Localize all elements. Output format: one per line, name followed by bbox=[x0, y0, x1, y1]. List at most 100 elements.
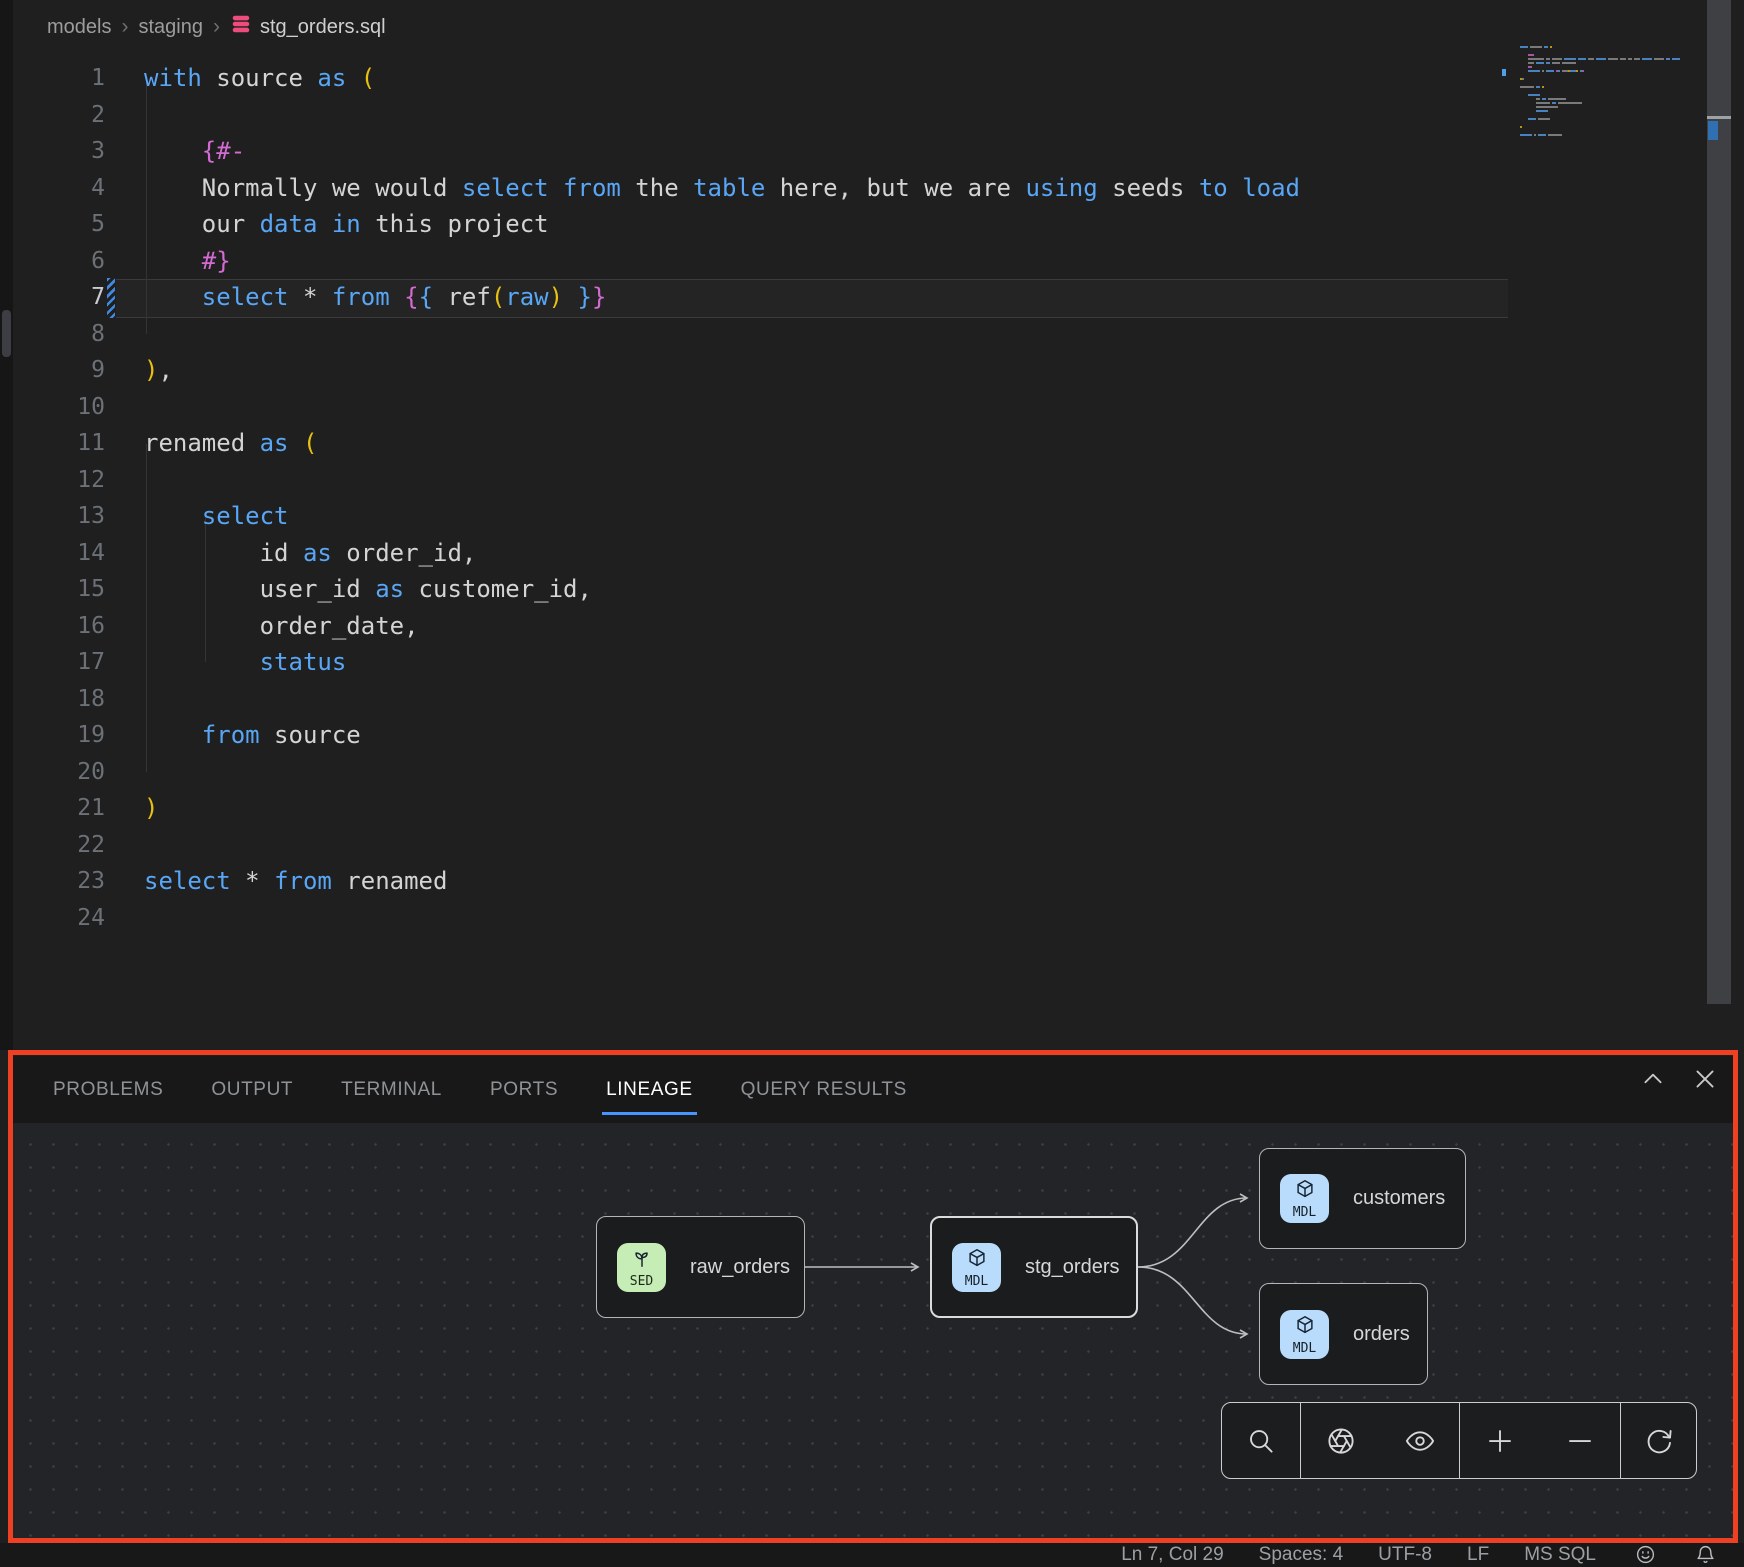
lineage-node-orders[interactable]: MDL orders bbox=[1259, 1283, 1428, 1385]
status-item-ln-7-col-29[interactable]: Ln 7, Col 29 bbox=[1121, 1544, 1223, 1566]
panel-tab-ports[interactable]: PORTS bbox=[490, 1056, 558, 1123]
panel-tab-lineage[interactable]: LINEAGE bbox=[606, 1056, 693, 1123]
minimap-line bbox=[1534, 134, 1536, 136]
code-line[interactable]: 11 renamed as ( bbox=[13, 425, 1744, 462]
minimap-line bbox=[1588, 58, 1594, 60]
code-line[interactable]: 9), bbox=[13, 352, 1744, 389]
seed-badge: SED bbox=[617, 1243, 666, 1292]
code-line[interactable]: 24 bbox=[13, 900, 1744, 937]
code-line[interactable]: 16 order_date, bbox=[13, 608, 1744, 645]
status-item-spaces-4[interactable]: Spaces: 4 bbox=[1259, 1544, 1344, 1566]
minimap-line bbox=[1576, 70, 1578, 72]
code-line-text: renamed as ( bbox=[144, 425, 317, 462]
minimap-line bbox=[1544, 46, 1548, 48]
code-line[interactable]: 8 bbox=[13, 316, 1744, 353]
refresh-button[interactable] bbox=[1621, 1403, 1696, 1478]
chevron-up-icon[interactable] bbox=[1640, 1066, 1666, 1092]
line-number: 20 bbox=[40, 754, 105, 791]
minimap[interactable] bbox=[1507, 0, 1707, 130]
minimap-line bbox=[1634, 58, 1640, 60]
status-item-lf[interactable]: LF bbox=[1467, 1544, 1489, 1566]
code-line[interactable]: 1with source as ( bbox=[13, 60, 1744, 97]
breadcrumb-item[interactable]: staging bbox=[138, 16, 203, 39]
code-line-text: {#- bbox=[144, 133, 245, 170]
line-number: 22 bbox=[40, 827, 105, 864]
panel-tab-problems[interactable]: PROBLEMS bbox=[53, 1056, 163, 1123]
lineage-node-customers[interactable]: MDLcustomers bbox=[1259, 1148, 1466, 1249]
notifications-bell-icon[interactable] bbox=[1695, 1544, 1716, 1567]
database-icon bbox=[230, 13, 252, 41]
eye-button[interactable] bbox=[1380, 1403, 1459, 1478]
line-number: 9 bbox=[40, 352, 105, 389]
close-icon[interactable] bbox=[1692, 1066, 1718, 1092]
code-line[interactable]: 6 #} bbox=[13, 243, 1744, 280]
left-rail-scrollbar[interactable] bbox=[2, 310, 11, 357]
minimap-line bbox=[1546, 70, 1554, 72]
panel-tab-query-results[interactable]: QUERY RESULTS bbox=[741, 1056, 907, 1123]
line-number: 15 bbox=[40, 571, 105, 608]
minimap-line bbox=[1536, 102, 1550, 104]
feedback-smiley-icon[interactable] bbox=[1635, 1544, 1656, 1567]
status-item-utf-8[interactable]: UTF-8 bbox=[1378, 1544, 1432, 1566]
code-line-text: our data in this project bbox=[144, 206, 549, 243]
minimap-line bbox=[1538, 134, 1546, 136]
overview-ruler-modified-marker bbox=[1708, 121, 1718, 140]
search-button[interactable] bbox=[1222, 1403, 1300, 1478]
minimap-line bbox=[1542, 70, 1544, 72]
code-line[interactable]: 18 bbox=[13, 681, 1744, 718]
model-badge: MDL bbox=[1280, 1310, 1329, 1359]
minimap-line bbox=[1564, 58, 1576, 60]
minimap-line bbox=[1542, 98, 1546, 100]
code-line[interactable]: 20 bbox=[13, 754, 1744, 791]
lineage-toolbar bbox=[1221, 1402, 1697, 1479]
code-line[interactable]: 10 bbox=[13, 389, 1744, 426]
code-line[interactable]: 14 id as order_id, bbox=[13, 535, 1744, 572]
line-number: 16 bbox=[40, 608, 105, 645]
status-item-ms-sql[interactable]: MS SQL bbox=[1524, 1544, 1596, 1566]
code-line-text: Normally we would select from the table … bbox=[144, 170, 1300, 207]
code-line[interactable]: 4 Normally we would select from the tabl… bbox=[13, 170, 1744, 207]
code-line[interactable]: 19 from source bbox=[13, 717, 1744, 754]
code-line[interactable]: 7 select * from {{ ref(raw) }} bbox=[13, 279, 1744, 316]
line-number: 10 bbox=[40, 389, 105, 426]
minimap-line bbox=[1528, 62, 1534, 64]
minimap-line bbox=[1528, 66, 1532, 68]
editor-scrollbar[interactable] bbox=[1707, 0, 1731, 1004]
minimap-line bbox=[1520, 46, 1528, 48]
zoom-out-button[interactable] bbox=[1540, 1403, 1620, 1478]
node-label: orders bbox=[1353, 1323, 1410, 1346]
aperture-button[interactable] bbox=[1301, 1403, 1380, 1478]
toolbar-group bbox=[1620, 1403, 1696, 1478]
toolbar-group bbox=[1222, 1403, 1300, 1478]
lineage-node-stg_orders[interactable]: MDLstg_orders bbox=[930, 1216, 1138, 1318]
panel-tab-terminal[interactable]: TERMINAL bbox=[341, 1056, 442, 1123]
badge-label: MDL bbox=[1293, 1206, 1316, 1219]
panel-tab-output[interactable]: OUTPUT bbox=[211, 1056, 293, 1123]
code-line[interactable]: 21) bbox=[13, 790, 1744, 827]
line-number: 12 bbox=[40, 462, 105, 499]
code-line[interactable]: 3 {#- bbox=[13, 133, 1744, 170]
lineage-node-raw_orders[interactable]: SEDraw_orders bbox=[596, 1216, 805, 1318]
line-number: 3 bbox=[40, 133, 105, 170]
code-editor[interactable]: 1with source as (23 {#-4 Normally we wou… bbox=[13, 46, 1744, 1050]
breadcrumb-item[interactable]: models bbox=[47, 16, 111, 39]
zoom-in-button[interactable] bbox=[1460, 1403, 1540, 1478]
code-line[interactable]: 5 our data in this project bbox=[13, 206, 1744, 243]
minimap-line bbox=[1548, 134, 1562, 136]
code-line[interactable]: 15 user_id as customer_id, bbox=[13, 571, 1744, 608]
code-line[interactable]: 13 select bbox=[13, 498, 1744, 535]
breadcrumb-file[interactable]: stg_orders.sql bbox=[230, 13, 386, 41]
lineage-canvas[interactable]: SEDraw_ordersMDLstg_ordersMDLcustomersMD… bbox=[13, 1123, 1733, 1538]
line-number: 6 bbox=[40, 243, 105, 280]
minimap-line bbox=[1520, 134, 1532, 136]
line-number: 14 bbox=[40, 535, 105, 572]
code-line[interactable]: 17 status bbox=[13, 644, 1744, 681]
code-line[interactable]: 12 bbox=[13, 462, 1744, 499]
code-line[interactable]: 2 bbox=[13, 97, 1744, 134]
code-line[interactable]: 22 bbox=[13, 827, 1744, 864]
minimap-line bbox=[1582, 70, 1584, 72]
lineage-edge-stg_orders-to-orders bbox=[1138, 1267, 1247, 1334]
code-line[interactable]: 23select * from renamed bbox=[13, 863, 1744, 900]
line-number: 11 bbox=[40, 425, 105, 462]
minimap-line bbox=[1528, 70, 1540, 72]
